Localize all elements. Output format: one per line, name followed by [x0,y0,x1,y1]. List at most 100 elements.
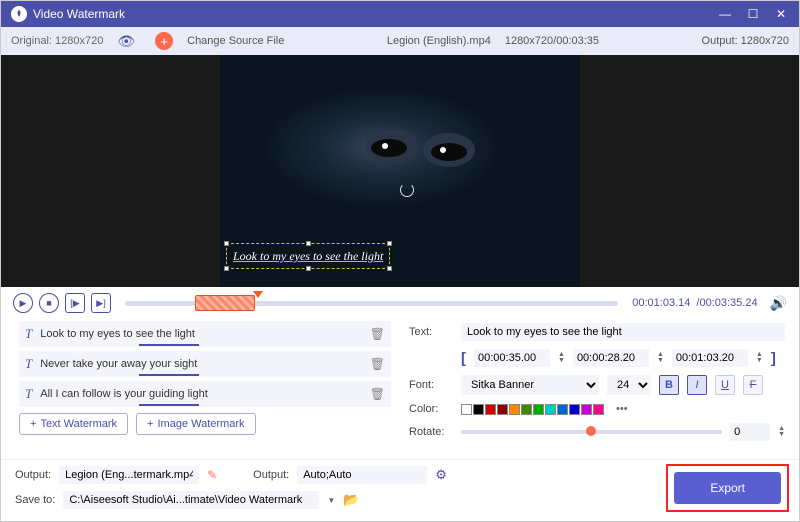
time-total: /00:03:35.24 [696,297,757,309]
video-preview: Look to my eyes to see the light [1,55,799,287]
export-highlight: Export [666,464,789,512]
color-swatch[interactable] [533,404,544,415]
maximize-button[interactable]: ☐ [739,1,767,27]
stop-button[interactable]: ■ [39,293,59,313]
save-to-label: Save to: [15,494,55,506]
loading-spinner-icon [400,183,414,197]
timeline-playhead-icon[interactable] [253,291,263,298]
font-size-select[interactable]: 24 [607,375,651,395]
delete-watermark-icon[interactable]: 🗑 [370,327,385,341]
rotate-input[interactable] [730,423,770,441]
volume-icon[interactable]: 🔊 [770,295,787,312]
color-swatch[interactable] [485,404,496,415]
output-settings-icon[interactable]: ⚙ [435,467,447,483]
output-dimensions: Output: 1280x720 [702,35,789,47]
edit-output-icon[interactable]: ✎ [207,468,217,482]
time-end-input[interactable] [672,349,748,367]
color-swatches [461,404,604,415]
resize-handle[interactable] [387,241,392,246]
timeline-selection[interactable] [195,295,255,311]
bottom-bar: Output: ✎ Output: ⚙ Save to: ▼ 📂 Export [1,459,799,515]
watermark-item[interactable]: T Look to my eyes to see the light 🗑 [19,321,391,347]
color-swatch[interactable] [593,404,604,415]
save-path-input[interactable] [63,491,319,509]
output-filename-input[interactable] [59,466,199,484]
time-stepper[interactable]: ▲▼ [657,352,664,364]
add-text-watermark-button[interactable]: +Text Watermark [19,413,128,435]
color-swatch[interactable] [521,404,532,415]
delete-watermark-icon[interactable]: 🗑 [370,357,385,371]
time-duration-input[interactable] [573,349,649,367]
bracket-out-icon[interactable]: ] [771,350,776,367]
original-dimensions: Original: 1280x720 [11,35,103,47]
watermark-text-input[interactable] [461,323,785,341]
color-swatch[interactable] [509,404,520,415]
time-stepper[interactable]: ▲▼ [756,352,763,364]
strikethrough-button[interactable]: F [743,375,763,395]
text-type-icon: T [25,326,32,342]
watermark-overlay-text: Look to my eyes to see the light [233,249,383,263]
titlebar: Video Watermark — ☐ ✕ [1,1,799,27]
watermark-overlay[interactable]: Look to my eyes to see the light [226,243,390,269]
app-logo-icon [11,6,27,22]
playback-controls: ▶ ■ [▶ ▶] 00:01:03.14/00:03:35.24 🔊 [1,287,799,319]
delete-watermark-icon[interactable]: 🗑 [370,387,385,401]
output-format-label: Output: [253,469,289,481]
color-swatch[interactable] [545,404,556,415]
watermark-editor-panel: Text: [ ▲▼ ▲▼ ▲▼ ] Font: Sitka Banner 24… [401,319,799,459]
watermark-item-text: Never take your away your sight [40,358,370,370]
color-label: Color: [409,403,453,415]
change-source-button[interactable]: Change Source File [187,35,284,47]
font-label: Font: [409,379,453,391]
preview-visibility-icon[interactable]: 👁 [117,33,135,50]
info-bar: Original: 1280x720 👁 + Change Source Fil… [1,27,799,55]
resize-handle[interactable] [387,266,392,271]
font-select[interactable]: Sitka Banner [461,375,599,395]
underline-button[interactable]: U [715,375,735,395]
watermark-item[interactable]: T All I can follow is your guiding light… [19,381,391,407]
italic-button[interactable]: I [687,375,707,395]
color-swatch[interactable] [461,404,472,415]
watermark-item-text: Look to my eyes to see the light [40,328,370,340]
bold-button[interactable]: B [659,375,679,395]
save-path-dropdown-icon[interactable]: ▼ [327,496,335,505]
app-title: Video Watermark [33,7,711,21]
rotate-slider[interactable] [461,430,722,434]
color-swatch[interactable] [569,404,580,415]
minimize-button[interactable]: — [711,1,739,27]
time-start-input[interactable] [474,349,550,367]
source-filename: Legion (English).mp4 [387,35,491,47]
play-button[interactable]: ▶ [13,293,33,313]
color-swatch[interactable] [557,404,568,415]
source-dims-duration: 1280x720/00:03:35 [505,35,599,47]
resize-handle[interactable] [306,241,311,246]
watermark-item[interactable]: T Never take your away your sight 🗑 [19,351,391,377]
open-folder-icon[interactable]: 📂 [343,492,359,508]
color-swatch[interactable] [473,404,484,415]
add-source-icon[interactable]: + [155,32,173,50]
bracket-in-icon[interactable]: [ [461,350,466,367]
resize-handle[interactable] [224,241,229,246]
mark-in-button[interactable]: [▶ [65,293,85,313]
color-swatch[interactable] [581,404,592,415]
text-type-icon: T [25,356,32,372]
watermark-list-panel: T Look to my eyes to see the light 🗑 T N… [1,319,401,459]
time-stepper[interactable]: ▲▼ [558,352,565,364]
rotate-label: Rotate: [409,426,453,438]
resize-handle[interactable] [306,266,311,271]
add-image-watermark-button[interactable]: +Image Watermark [136,413,255,435]
close-button[interactable]: ✕ [767,1,795,27]
more-colors-icon[interactable]: ••• [616,403,628,415]
output-format-input[interactable] [297,466,427,484]
text-label: Text: [409,326,453,338]
rotate-stepper[interactable]: ▲▼ [778,426,785,438]
text-type-icon: T [25,386,32,402]
time-current: 00:01:03.14 [632,297,690,309]
watermark-item-text: All I can follow is your guiding light [40,388,370,400]
color-swatch[interactable] [497,404,508,415]
resize-handle[interactable] [224,266,229,271]
mark-out-button[interactable]: ▶] [91,293,111,313]
timeline-track[interactable] [125,301,618,306]
export-button[interactable]: Export [674,472,781,504]
output-file-label: Output: [15,469,51,481]
